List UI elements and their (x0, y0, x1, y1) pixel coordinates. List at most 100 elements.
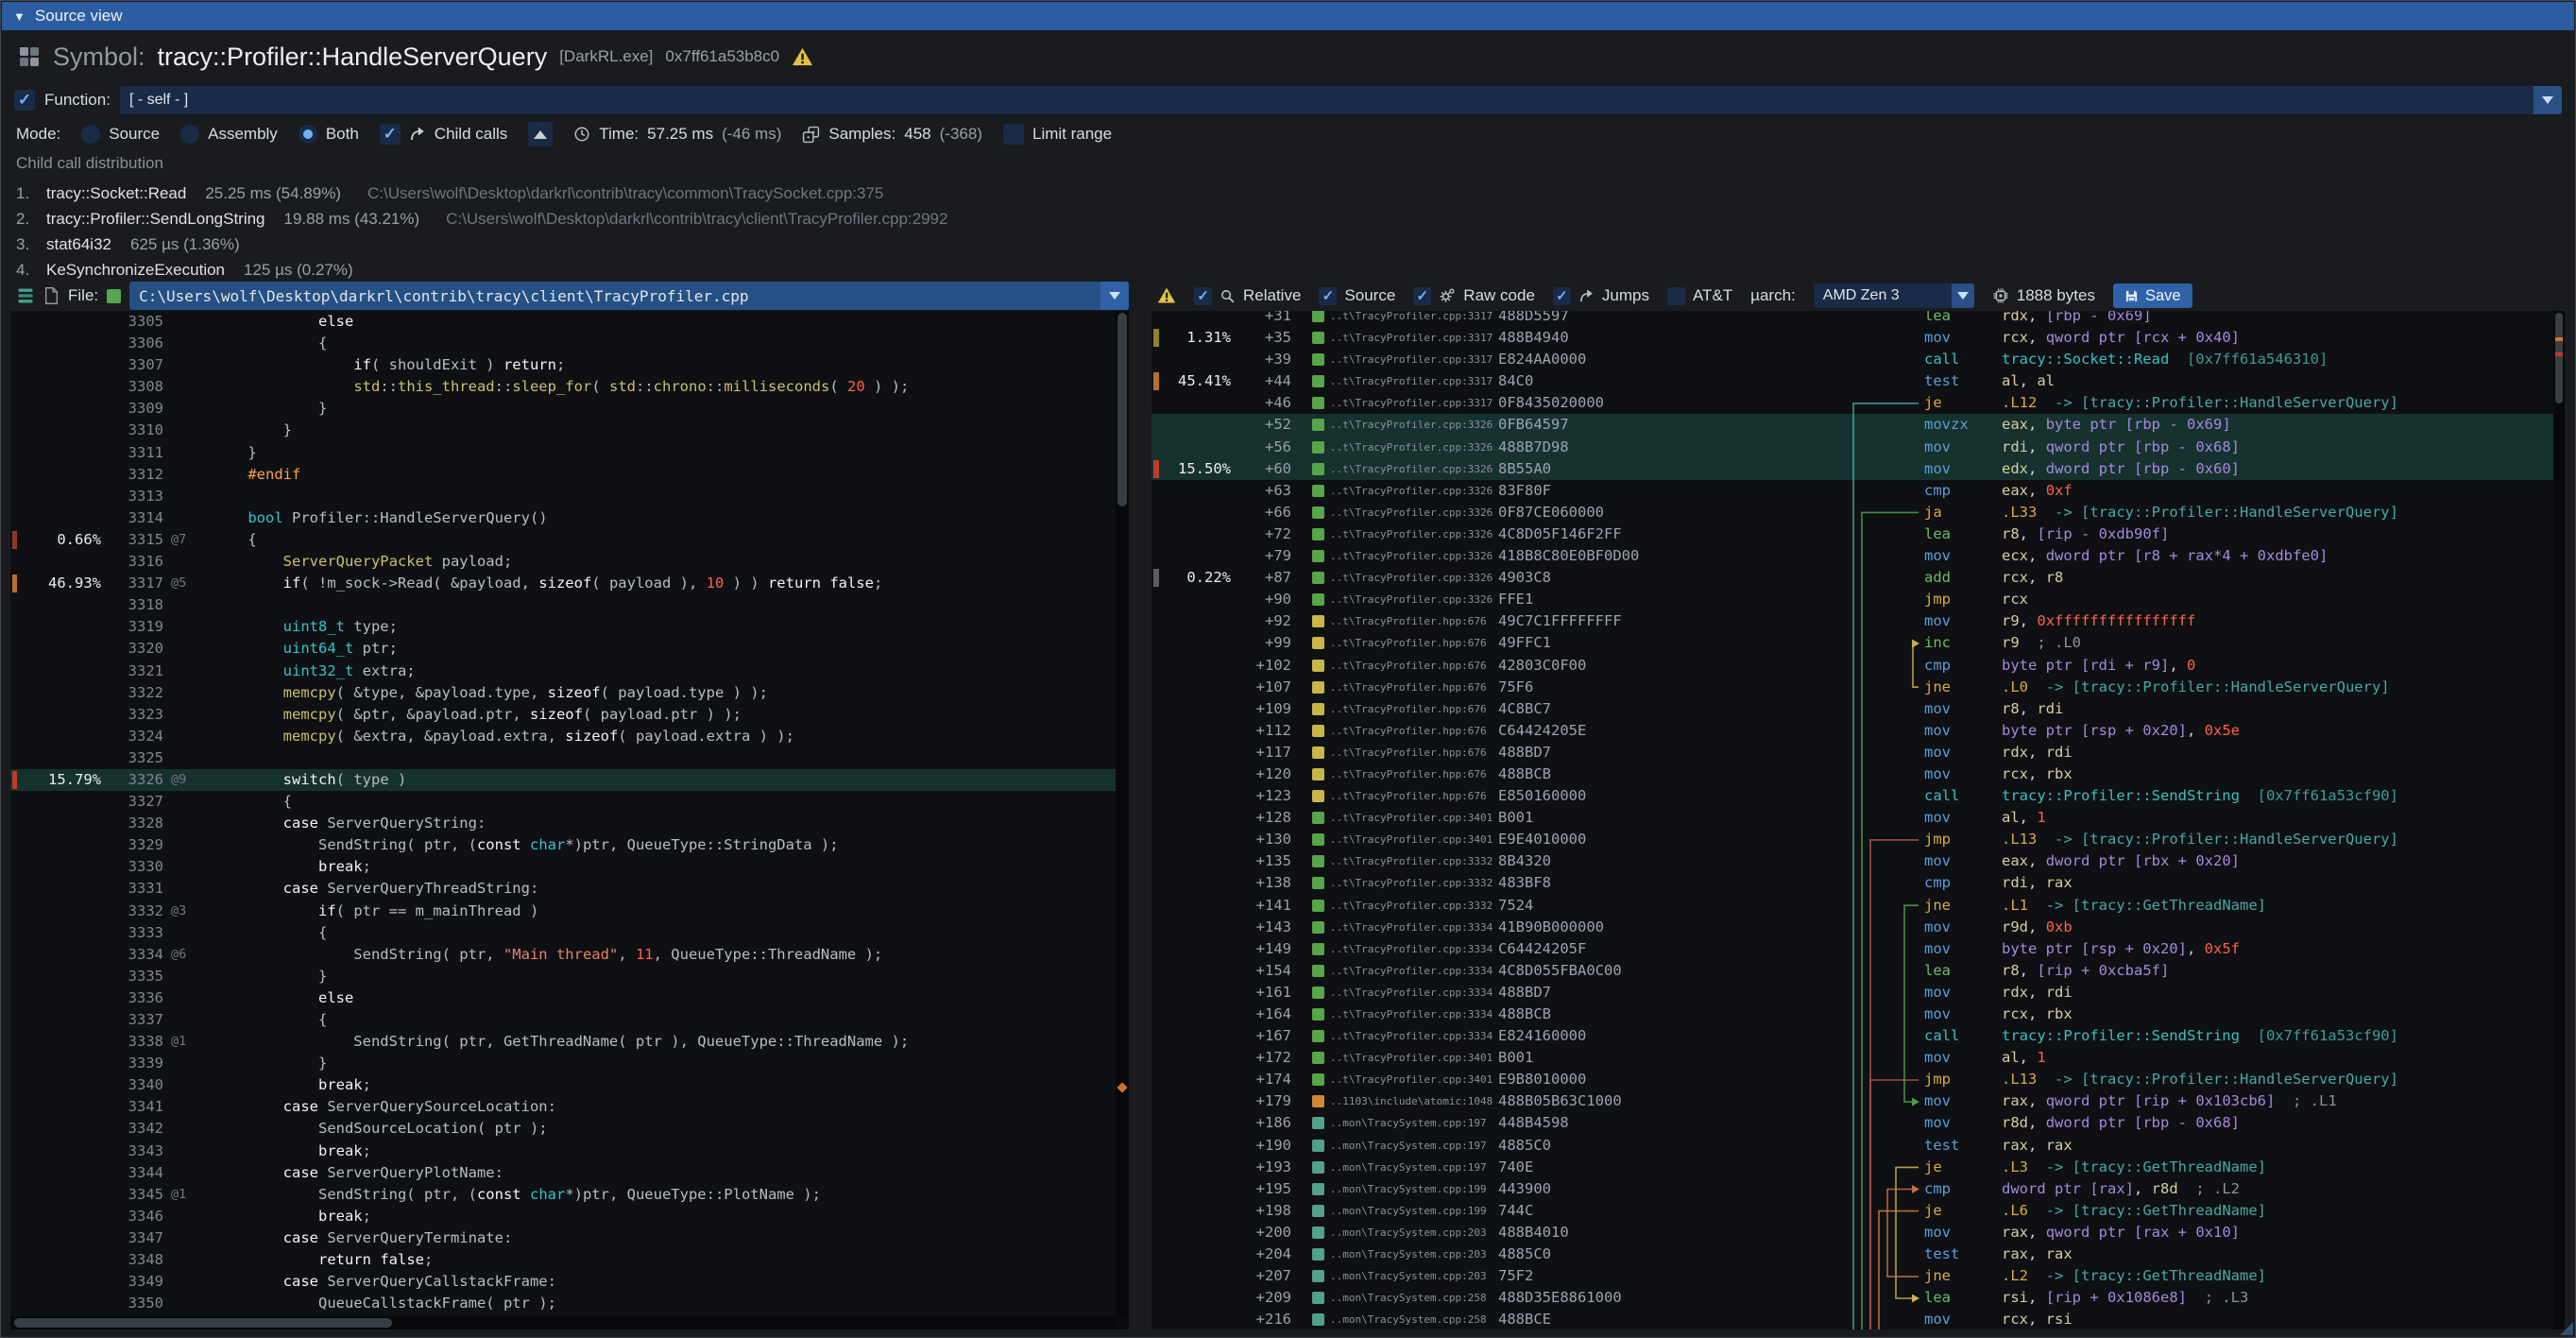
source-line[interactable]: 3325 (10, 747, 1116, 769)
source-line[interactable]: 3338@1 SendString( ptr, GetThreadName( p… (10, 1031, 1116, 1053)
source-line[interactable]: 3310 } (10, 420, 1116, 441)
asm-instruction-row[interactable]: +117..t\TracyProfiler.hpp:676488BD7movrd… (1152, 742, 2553, 763)
att-checkbox[interactable] (1667, 287, 1685, 305)
source-line[interactable]: 3312 #endif (10, 464, 1116, 486)
asm-instruction-row[interactable]: +216..mon\TracySystem.cpp:258488BCEmovrc… (1152, 1309, 2553, 1329)
radio-icon[interactable] (81, 125, 100, 144)
asm-instruction-row[interactable]: +167..t\TracyProfiler.cpp:3334E824160000… (1152, 1025, 2553, 1047)
asm-instruction-row[interactable]: +102..t\TracyProfiler.hpp:67642803C0F00c… (1152, 655, 2553, 677)
source-line[interactable]: 3347 case ServerQueryTerminate: (10, 1227, 1116, 1249)
source-line[interactable]: 3308 std::this_thread::sleep_for( std::c… (10, 376, 1116, 398)
function-checkbox[interactable] (14, 90, 35, 111)
asm-instruction-row[interactable]: +120..t\TracyProfiler.hpp:676488BCBmovrc… (1152, 763, 2553, 785)
asm-instruction-row[interactable]: +186..mon\TracySystem.cpp:197448B4598mov… (1152, 1112, 2553, 1134)
asm-instruction-row[interactable]: +130..t\TracyProfiler.cpp:3401E9E4010000… (1152, 829, 2553, 850)
source-line[interactable]: 46.93%3317@5 if( !m_sock->Read( &payload… (10, 573, 1116, 594)
source-line[interactable]: 3305 else (10, 311, 1116, 333)
asm-instruction-row[interactable]: +109..t\TracyProfiler.hpp:6764C8BC7movr8… (1152, 698, 2553, 720)
child-calls-toggle[interactable]: Child calls (380, 124, 507, 145)
asm-instruction-row[interactable]: +31..t\TracyProfiler.cpp:3317488D5597lea… (1152, 311, 2553, 327)
asm-instruction-row[interactable]: +161..t\TracyProfiler.cpp:3334488BD7movr… (1152, 982, 2553, 1004)
radio-icon[interactable] (180, 125, 199, 144)
source-vertical-scrollbar[interactable] (1116, 311, 1129, 1316)
limit-range-toggle[interactable]: Limit range (1003, 124, 1112, 145)
asm-instruction-row[interactable]: +72..t\TracyProfiler.cpp:33264C8D05F146F… (1152, 523, 2553, 545)
raw-code-checkbox[interactable] (1413, 287, 1431, 305)
asm-instruction-row[interactable]: +200..mon\TracySystem.cpp:203488B4010mov… (1152, 1222, 2553, 1244)
raw-code-toggle[interactable]: Raw code (1413, 286, 1535, 305)
source-line[interactable]: 3346 break; (10, 1206, 1116, 1227)
asm-instruction-row[interactable]: +66..t\TracyProfiler.cpp:33260F87CE06000… (1152, 502, 2553, 523)
source-line[interactable]: 3316 ServerQueryPacket payload; (10, 551, 1116, 573)
child-call-entry[interactable]: 2.tracy::Profiler::SendLongString19.88 m… (16, 206, 2562, 232)
asm-instruction-row[interactable]: +39..t\TracyProfiler.cpp:3317E824AA0000c… (1152, 349, 2553, 370)
scrollbar-thumb[interactable] (1117, 313, 1127, 506)
source-line[interactable]: 3336 else (10, 987, 1116, 1009)
source-line[interactable]: 3319 uint8_t type; (10, 616, 1116, 638)
source-line[interactable]: 15.79%3326@9 switch( type ) (10, 769, 1116, 791)
asm-instruction-row[interactable]: +179..1103\include\atomic:1048488B05B63C… (1152, 1090, 2553, 1112)
asm-instruction-row[interactable]: +138..t\TracyProfiler.cpp:3332483BF8cmpr… (1152, 872, 2553, 894)
file-combo[interactable]: C:\Users\wolf\Desktop\darkrl\contrib\tra… (129, 282, 1129, 310)
mode-radio-both[interactable]: Both (299, 125, 359, 144)
asm-instruction-row[interactable]: +56..t\TracyProfiler.cpp:3326488B7D98mov… (1152, 437, 2553, 458)
title-bar[interactable]: ▼ Source view (2, 2, 2574, 30)
asm-instruction-row[interactable]: +92..t\TracyProfiler.hpp:67649C7C1FFFFFF… (1152, 610, 2553, 632)
jumps-toggle[interactable]: Jumps (1553, 286, 1649, 305)
asm-instruction-row[interactable]: +123..t\TracyProfiler.hpp:676E850160000c… (1152, 785, 2553, 807)
source-line[interactable]: 3333 { (10, 922, 1116, 944)
source-line[interactable]: 3307 if( shouldExit ) return; (10, 354, 1116, 376)
asm-instruction-row[interactable]: +209..mon\TracySystem.cpp:258488D35E8861… (1152, 1287, 2553, 1309)
uarch-combo[interactable]: AMD Zen 3 (1814, 283, 1974, 308)
source-line[interactable]: 3345@1 SendString( ptr, (const char*)ptr… (10, 1184, 1116, 1206)
limit-range-checkbox[interactable] (1003, 124, 1024, 145)
asm-instruction-row[interactable]: +63..t\TracyProfiler.cpp:332683F80Fcmpea… (1152, 480, 2553, 502)
asm-instruction-row[interactable]: +90..t\TracyProfiler.cpp:3326FFE1jmprcx (1152, 589, 2553, 610)
asm-instruction-row[interactable]: +172..t\TracyProfiler.cpp:3401B001moval,… (1152, 1047, 2553, 1069)
mode-radio-assembly[interactable]: Assembly (180, 125, 278, 144)
save-button[interactable]: Save (2113, 283, 2192, 308)
child-calls-checkbox[interactable] (380, 124, 401, 145)
source-line[interactable]: 3324 memcpy( &extra, &payload.extra, siz… (10, 726, 1116, 747)
source-line[interactable]: 3335 } (10, 966, 1116, 987)
asm-instruction-row[interactable]: +107..t\TracyProfiler.hpp:67675F6jne.L0 … (1152, 677, 2553, 698)
relative-toggle[interactable]: Relative (1194, 286, 1301, 305)
source-horizontal-scrollbar[interactable] (10, 1316, 1116, 1329)
source-toggle[interactable]: Source (1319, 286, 1395, 305)
resize-grip[interactable] (2560, 1322, 2573, 1335)
source-line[interactable]: 3334@6 SendString( ptr, "Main thread", 1… (10, 944, 1116, 966)
asm-instruction-row[interactable]: 1.31%+35..t\TracyProfiler.cpp:3317488B49… (1152, 327, 2553, 349)
asm-instruction-row[interactable]: +46..t\TracyProfiler.cpp:33170F843502000… (1152, 392, 2553, 414)
asm-instruction-row[interactable]: +128..t\TracyProfiler.cpp:3401B001moval,… (1152, 807, 2553, 829)
asm-instruction-row[interactable]: +207..mon\TracySystem.cpp:20375F2jne.L2 … (1152, 1265, 2553, 1287)
source-line[interactable]: 3327 { (10, 791, 1116, 813)
source-line[interactable]: 3343 break; (10, 1141, 1116, 1162)
source-line[interactable]: 3339 } (10, 1053, 1116, 1074)
source-line[interactable]: 3309 } (10, 398, 1116, 420)
scrollbar-thumb[interactable] (14, 1318, 392, 1328)
child-call-entry[interactable]: 3.stat64i32625 µs (1.36%) (16, 232, 2562, 257)
asm-instruction-row[interactable]: +204..mon\TracySystem.cpp:2034885C0testr… (1152, 1244, 2553, 1265)
relative-checkbox[interactable] (1194, 287, 1212, 305)
asm-instruction-row[interactable]: +149..t\TracyProfiler.cpp:3334C64424205F… (1152, 938, 2553, 960)
asm-instruction-row[interactable]: +164..t\TracyProfiler.cpp:3334488BCBmovr… (1152, 1004, 2553, 1025)
scrollbar-thumb[interactable] (2555, 313, 2563, 403)
source-line[interactable]: 3313 (10, 486, 1116, 507)
source-line[interactable]: 3341 case ServerQuerySourceLocation: (10, 1096, 1116, 1118)
source-line[interactable]: 3320 uint64_t ptr; (10, 638, 1116, 660)
collapse-icon[interactable]: ▼ (13, 9, 26, 24)
assembly-vertical-scrollbar[interactable] (2553, 311, 2565, 1329)
warning-icon[interactable] (1157, 286, 1176, 305)
asm-instruction-row[interactable]: +52..t\TracyProfiler.cpp:33260FB64597mov… (1152, 414, 2553, 436)
function-combo[interactable]: [ - self - ] (120, 86, 2562, 114)
source-checkbox[interactable] (1319, 287, 1337, 305)
source-line[interactable]: 3314 bool Profiler::HandleServerQuery() (10, 507, 1116, 529)
asm-instruction-row[interactable]: +141..t\TracyProfiler.cpp:33327524jne.L1… (1152, 895, 2553, 917)
source-line[interactable]: 3349 case ServerQueryCallstackFrame: (10, 1271, 1116, 1293)
asm-instruction-row[interactable]: +154..t\TracyProfiler.cpp:33344C8D055FBA… (1152, 960, 2553, 982)
source-line[interactable]: 3318 (10, 594, 1116, 616)
source-line[interactable]: 3331 case ServerQueryThreadString: (10, 878, 1116, 900)
warning-icon[interactable] (792, 46, 813, 68)
source-line[interactable]: 3337 { (10, 1009, 1116, 1031)
jumps-checkbox[interactable] (1553, 287, 1571, 305)
